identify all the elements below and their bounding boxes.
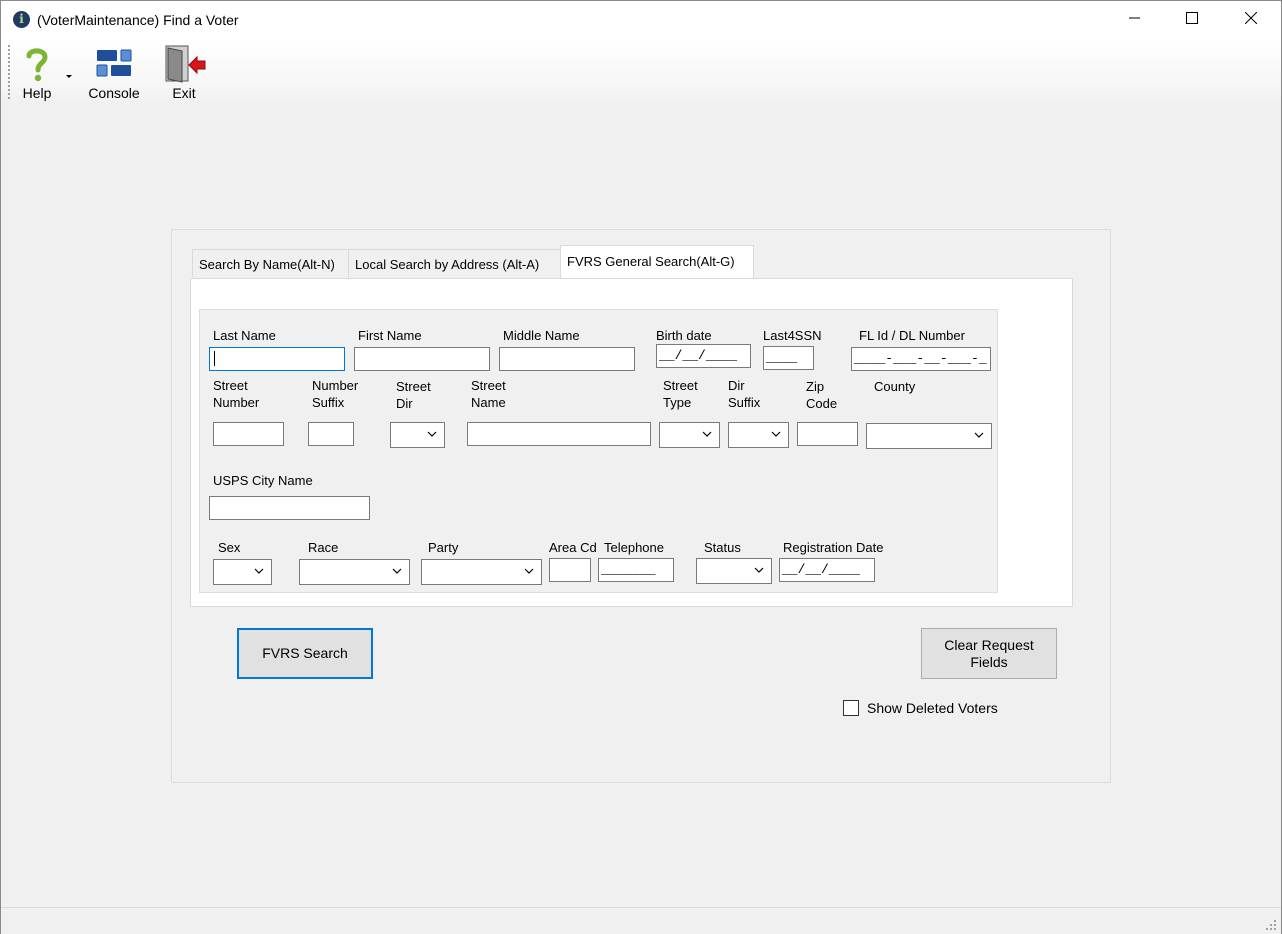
party-select[interactable] bbox=[421, 559, 542, 585]
tab-label: Search By Name(Alt-N) bbox=[199, 257, 335, 272]
window-title: (VoterMaintenance) Find a Voter bbox=[37, 12, 239, 28]
status-label: Status bbox=[704, 540, 741, 555]
chevron-down-icon bbox=[392, 568, 402, 574]
street-name-field[interactable] bbox=[467, 422, 651, 446]
tab-search-by-name[interactable]: Search By Name(Alt-N) bbox=[192, 249, 349, 277]
middle-name-field[interactable] bbox=[499, 347, 635, 371]
usps-city-field[interactable] bbox=[209, 496, 370, 520]
first-name-label: First Name bbox=[358, 328, 422, 343]
exit-door-icon bbox=[165, 45, 206, 83]
last4ssn-label: Last4SSN bbox=[763, 328, 822, 343]
status-bar bbox=[1, 907, 1281, 934]
race-select[interactable] bbox=[299, 559, 410, 585]
county-select[interactable] bbox=[866, 423, 992, 449]
show-deleted-voters-label[interactable]: Show Deleted Voters bbox=[867, 700, 998, 717]
clear-request-fields-label: Clear Request Fields bbox=[944, 636, 1034, 670]
exit-button[interactable]: Exit bbox=[159, 45, 209, 103]
tab-label: FVRS General Search(Alt-G) bbox=[567, 254, 735, 269]
chevron-down-icon bbox=[427, 431, 437, 437]
fl-id-field[interactable]: ____-___-__-___-_ bbox=[851, 347, 991, 371]
street-type-select[interactable] bbox=[659, 422, 720, 448]
birth-date-field[interactable]: __/__/____ bbox=[656, 344, 751, 368]
area-code-field[interactable] bbox=[549, 558, 591, 582]
chevron-down-icon bbox=[771, 431, 781, 437]
birth-date-label: Birth date bbox=[656, 328, 712, 343]
street-dir-select[interactable] bbox=[390, 422, 445, 448]
dir-suffix-select[interactable] bbox=[728, 422, 789, 448]
number-suffix-field[interactable] bbox=[308, 422, 354, 446]
street-type-label: Street Type bbox=[663, 378, 698, 410]
chevron-down-icon bbox=[702, 431, 712, 437]
toolbar-grip[interactable] bbox=[8, 45, 10, 99]
help-button[interactable]: Help bbox=[15, 45, 59, 103]
maximize-icon bbox=[1186, 12, 1198, 24]
console-label: Console bbox=[88, 85, 140, 101]
help-icon bbox=[26, 48, 48, 82]
sex-label: Sex bbox=[218, 540, 241, 555]
close-icon bbox=[1244, 11, 1258, 25]
show-deleted-voters-checkbox[interactable] bbox=[843, 700, 859, 716]
telephone-label: Telephone bbox=[604, 540, 664, 555]
app-window: i (VoterMaintenance) Find a Voter Help C… bbox=[0, 0, 1282, 934]
tab-label: Local Search by Address (Alt-A) bbox=[355, 257, 540, 272]
chevron-down-icon bbox=[974, 432, 984, 438]
area-cd-label: Area Cd bbox=[549, 540, 597, 555]
dir-suffix-label: Dir Suffix bbox=[728, 378, 761, 410]
chevron-down-icon bbox=[524, 568, 534, 574]
chevron-down-icon bbox=[754, 567, 764, 573]
console-button[interactable]: Console bbox=[83, 45, 145, 103]
middle-name-label: Middle Name bbox=[503, 328, 580, 343]
county-label: County bbox=[874, 379, 916, 394]
first-name-field[interactable] bbox=[354, 347, 490, 371]
status-select[interactable] bbox=[696, 558, 772, 584]
last-name-label: Last Name bbox=[213, 328, 276, 343]
last-name-field[interactable] bbox=[209, 347, 345, 371]
chevron-down-icon bbox=[254, 568, 264, 574]
exit-label: Exit bbox=[172, 85, 196, 101]
tab-fvrs-general-search[interactable]: FVRS General Search(Alt-G) bbox=[560, 245, 754, 278]
text-cursor bbox=[214, 351, 215, 366]
maximize-button[interactable] bbox=[1164, 1, 1220, 39]
street-dir-label: Street Dir bbox=[396, 379, 431, 411]
minimize-icon bbox=[1129, 17, 1140, 19]
sex-select[interactable] bbox=[213, 559, 272, 585]
help-dropdown-arrow-icon[interactable] bbox=[65, 68, 73, 83]
fvrs-search-button[interactable]: FVRS Search bbox=[237, 628, 373, 679]
telephone-field[interactable]: _______ bbox=[598, 558, 674, 582]
help-label: Help bbox=[22, 85, 52, 101]
app-info-icon: i bbox=[13, 11, 30, 28]
number-suffix-label: Number Suffix bbox=[312, 378, 359, 410]
console-icon bbox=[96, 49, 132, 77]
zip-code-field[interactable] bbox=[797, 422, 858, 446]
close-button[interactable] bbox=[1223, 1, 1279, 39]
zip-code-label: Zip Code bbox=[806, 379, 838, 411]
tab-local-search-by-address[interactable]: Local Search by Address (Alt-A) bbox=[348, 249, 561, 277]
street-number-field[interactable] bbox=[213, 422, 284, 446]
street-number-label: Street Number bbox=[213, 378, 260, 410]
party-label: Party bbox=[428, 540, 459, 555]
resize-grip-icon[interactable] bbox=[1265, 919, 1277, 931]
clear-request-fields-button[interactable]: Clear Request Fields bbox=[921, 628, 1057, 679]
fvrs-search-label: FVRS Search bbox=[262, 645, 348, 661]
street-name-label: Street Name bbox=[471, 378, 506, 410]
registration-date-field[interactable]: __/__/____ bbox=[779, 558, 875, 582]
title-bar[interactable]: i (VoterMaintenance) Find a Voter bbox=[1, 1, 1281, 39]
minimize-button[interactable] bbox=[1107, 1, 1163, 39]
usps-city-label: USPS City Name bbox=[213, 473, 313, 488]
registration-date-label: Registration Date bbox=[783, 540, 884, 555]
last4ssn-field[interactable]: ____ bbox=[763, 346, 814, 370]
race-label: Race bbox=[308, 540, 339, 555]
fl-id-label: FL Id / DL Number bbox=[859, 328, 965, 343]
